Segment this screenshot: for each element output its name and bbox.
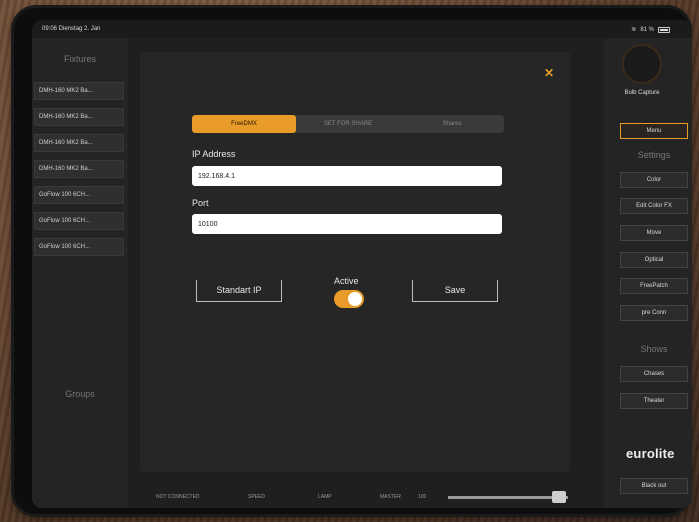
bottom-status-bar: NOT CONNECTED SPEED LAMP MASTER 100	[128, 490, 604, 504]
fixture-item[interactable]: DMH-160 MK2 Ba...	[34, 108, 124, 126]
toggle-knob	[348, 292, 362, 306]
status-right-group: ≋ 81 %	[631, 26, 670, 33]
master-fader-track	[448, 496, 568, 499]
fixtures-heading: Fixtures	[63, 54, 96, 64]
app-screen: 09:06 Dienstag 2. Jan ≋ 81 % Fixtures DM…	[32, 20, 692, 508]
port-label: Port	[192, 198, 209, 208]
groups-heading: Groups	[65, 389, 95, 399]
fixture-item[interactable]: DMH-160 MK2 Ba...	[34, 82, 124, 100]
eurolite-logo: eurolite	[626, 446, 675, 461]
fixture-item[interactable]: GoFlow 100 6CH...	[34, 212, 124, 230]
settings-heading: Settings	[637, 150, 671, 160]
fixture-item[interactable]: DMH-160 MK2 Ba...	[34, 134, 124, 152]
blackout-button[interactable]: Black out	[620, 478, 688, 494]
chases-button[interactable]: Chases	[620, 366, 688, 382]
standart-ip-button[interactable]: Standart IP	[196, 280, 282, 302]
segment-shares[interactable]: Shares	[400, 115, 504, 133]
edit-color-fx-button[interactable]: Edit Color FX	[620, 198, 688, 214]
right-sidebar: Bulb Capture Menu Settings Color Edit Co…	[604, 38, 692, 508]
port-input[interactable]	[192, 214, 502, 234]
master-value: 100	[418, 494, 427, 500]
move-button[interactable]: Move	[620, 225, 688, 241]
active-label: Active	[334, 276, 359, 286]
master-label: MASTER	[380, 494, 401, 500]
main-area: ✕ FreeDMX SET FOR SHARE Shares IP Addres…	[128, 38, 604, 508]
ip-address-label: IP Address	[192, 149, 236, 159]
connection-settings-modal: ✕ FreeDMX SET FOR SHARE Shares IP Addres…	[140, 52, 570, 472]
left-sidebar: Fixtures DMH-160 MK2 Ba... DMH-160 MK2 B…	[32, 38, 128, 508]
fixture-list: DMH-160 MK2 Ba... DMH-160 MK2 Ba... DMH-…	[34, 82, 124, 264]
shows-heading: Shows	[640, 344, 668, 354]
fixture-item[interactable]: GoFlow 100 6CH...	[34, 238, 124, 256]
battery-percent: 81 %	[640, 26, 654, 33]
connection-mode-segmented-control: FreeDMX SET FOR SHARE Shares	[192, 115, 504, 133]
logo-text: Bulb Capture	[624, 90, 660, 96]
status-bar: 09:06 Dienstag 2. Jan ≋ 81 %	[32, 20, 692, 38]
pre-conn-button[interactable]: pre Conn	[620, 305, 688, 321]
menu-button[interactable]: Menu	[620, 123, 688, 139]
optical-button[interactable]: Optical	[620, 252, 688, 268]
status-time-date: 09:06 Dienstag 2. Jan	[42, 26, 101, 32]
segment-set-for-share[interactable]: SET FOR SHARE	[296, 115, 400, 133]
fixture-item[interactable]: DMH-160 MK2 Ba...	[34, 160, 124, 178]
lamp-indicator: LAMP	[318, 494, 332, 500]
theater-button[interactable]: Theater	[620, 393, 688, 409]
master-fader-knob[interactable]	[552, 491, 566, 503]
save-button[interactable]: Save	[412, 280, 498, 302]
color-button[interactable]: Color	[620, 172, 688, 188]
freepatch-button[interactable]: FreePatch	[620, 278, 688, 294]
tablet-frame: 09:06 Dienstag 2. Jan ≋ 81 % Fixtures DM…	[14, 8, 692, 514]
speed-indicator: SPEED	[248, 494, 265, 500]
active-toggle[interactable]	[334, 290, 364, 308]
connection-status: NOT CONNECTED	[156, 494, 200, 500]
segment-freedmx[interactable]: FreeDMX	[192, 115, 296, 133]
fixture-item[interactable]: GoFlow 100 6CH...	[34, 186, 124, 204]
wifi-icon: ≋	[631, 27, 637, 33]
close-button[interactable]: ✕	[544, 66, 554, 80]
ip-address-input[interactable]	[192, 166, 502, 186]
app-logo-icon	[622, 44, 662, 84]
battery-icon	[658, 26, 670, 33]
